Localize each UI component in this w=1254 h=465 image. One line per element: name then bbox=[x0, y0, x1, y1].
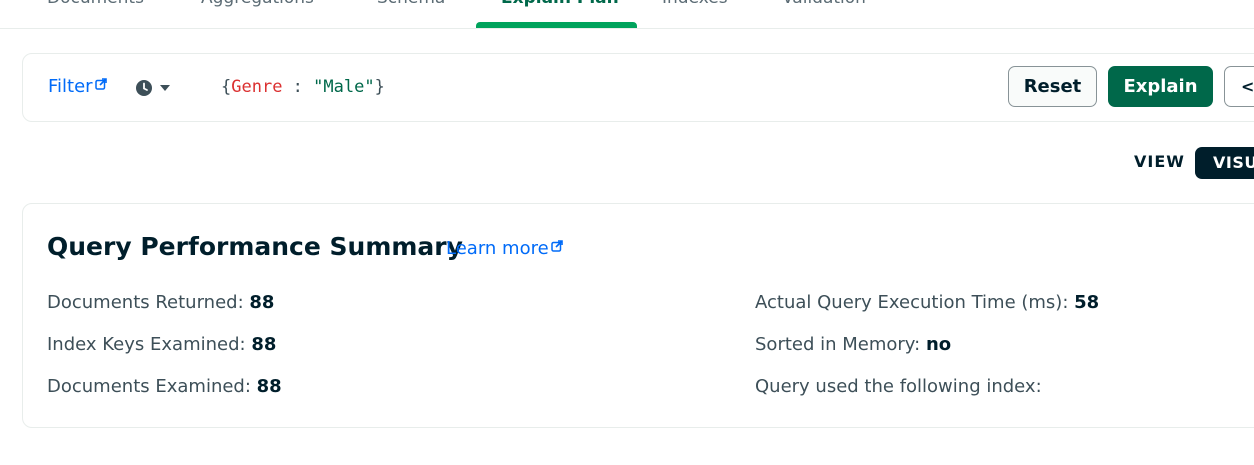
query-history-button[interactable] bbox=[135, 77, 181, 99]
stat-label: Index Keys Examined: bbox=[47, 334, 246, 355]
tab-bar: Documents Aggregations Schema Explain Pl… bbox=[0, 0, 1254, 29]
open-code-button[interactable]: </ bbox=[1224, 66, 1254, 107]
query-key: Genre bbox=[231, 77, 283, 97]
stat-sorted-in-memory: Sorted in Memory: no bbox=[755, 334, 951, 355]
stat-index-used: Query used the following index: bbox=[755, 376, 1042, 397]
stat-documents-returned: Documents Returned: 88 bbox=[47, 292, 274, 313]
stat-documents-examined: Documents Examined: 88 bbox=[47, 376, 282, 397]
view-label: VIEW bbox=[1134, 152, 1185, 171]
external-link-icon bbox=[550, 240, 563, 252]
tab-aggregations[interactable]: Aggregations bbox=[201, 0, 314, 12]
external-link-icon bbox=[94, 78, 107, 90]
reset-button[interactable]: Reset bbox=[1008, 66, 1097, 107]
stat-label: Query used the following index: bbox=[755, 376, 1042, 397]
stat-value: no bbox=[925, 334, 952, 355]
active-tab-indicator bbox=[476, 22, 637, 28]
stat-label: Actual Query Execution Time (ms): bbox=[755, 292, 1069, 313]
summary-title: Query Performance Summary bbox=[47, 232, 463, 261]
query-bar: Filter {Genre : "Male"} Reset Explain </ bbox=[22, 53, 1254, 122]
filter-label: Filter bbox=[48, 76, 93, 97]
learn-more-label: Learn more bbox=[446, 238, 549, 259]
tab-schema[interactable]: Schema bbox=[377, 0, 445, 12]
filter-link[interactable]: Filter bbox=[48, 76, 107, 97]
filter-query-input[interactable]: {Genre : "Male"} bbox=[221, 77, 385, 97]
caret-down-icon bbox=[160, 85, 170, 91]
query-separator: : bbox=[282, 77, 314, 97]
stat-execution-time: Actual Query Execution Time (ms): 58 bbox=[755, 292, 1099, 313]
stat-label: Documents Examined: bbox=[47, 376, 251, 397]
stat-value: 88 bbox=[256, 376, 282, 397]
tab-indexes[interactable]: Indexes bbox=[662, 0, 728, 12]
tab-validation[interactable]: Validation bbox=[782, 0, 866, 12]
view-toggle-visual[interactable]: VISU bbox=[1195, 147, 1254, 179]
stat-value: 58 bbox=[1074, 292, 1100, 313]
stat-index-keys-examined: Index Keys Examined: 88 bbox=[47, 334, 276, 355]
query-close-brace: } bbox=[374, 77, 385, 97]
query-open-brace: { bbox=[221, 77, 232, 97]
learn-more-link[interactable]: Learn more bbox=[446, 238, 563, 259]
query-performance-summary: Query Performance Summary Learn more Doc… bbox=[22, 203, 1254, 428]
query-value: "Male" bbox=[313, 77, 375, 97]
tab-explain-plan[interactable]: Explain Plan bbox=[501, 0, 619, 12]
stat-value: 88 bbox=[251, 334, 277, 355]
stat-label: Documents Returned: bbox=[47, 292, 244, 313]
stat-label: Sorted in Memory: bbox=[755, 334, 921, 355]
tab-documents[interactable]: Documents bbox=[47, 0, 144, 12]
clock-icon bbox=[136, 80, 152, 96]
explain-button[interactable]: Explain bbox=[1108, 66, 1213, 107]
stat-value: 88 bbox=[249, 292, 275, 313]
